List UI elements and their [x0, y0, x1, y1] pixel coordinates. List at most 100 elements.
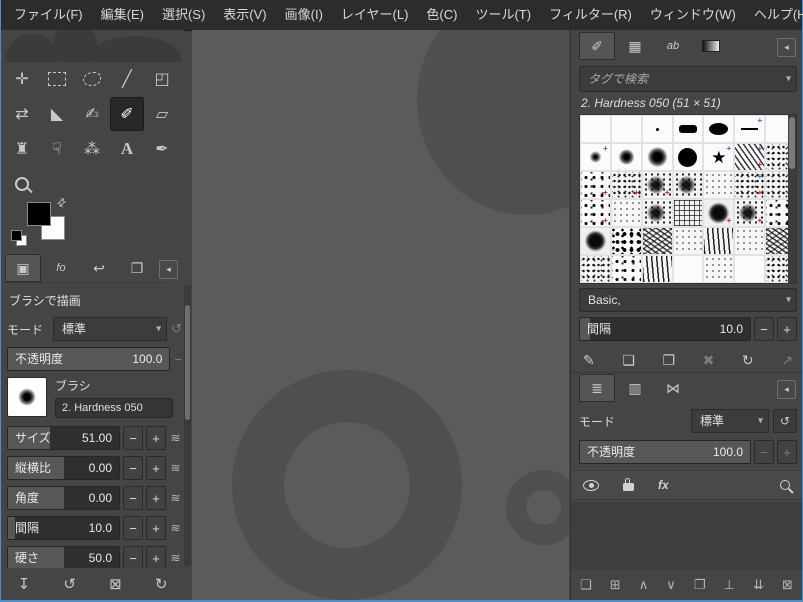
tool-opacity-slider-decrease-button[interactable]: −	[174, 352, 182, 367]
menu-item-11[interactable]: ヘルプ(H)	[745, 0, 803, 30]
tool-options-scrollbar[interactable]	[184, 285, 191, 566]
visibility-eye-icon[interactable]	[583, 480, 599, 491]
brush-cell[interactable]	[611, 115, 642, 143]
airbrush-tool[interactable]: ⁂	[75, 132, 109, 166]
reset-tool-options-button[interactable]: ↻	[155, 575, 168, 593]
brush-cell[interactable]	[580, 255, 611, 283]
new-layer-button[interactable]: ❏	[580, 577, 592, 593]
brush-grid-scrollbar[interactable]	[788, 115, 796, 283]
brush-cell[interactable]	[580, 115, 611, 143]
tool-aspect-ratio-slider[interactable]: 縦横比0.00	[7, 456, 120, 480]
tab-undo-history[interactable]: ↩	[81, 254, 117, 282]
tool-hardness-slider[interactable]: 硬さ50.0	[7, 546, 120, 568]
layer-mode-combo[interactable]: 標準	[691, 409, 769, 433]
brush-cell[interactable]	[642, 255, 673, 283]
brush-cell[interactable]: +	[642, 171, 673, 199]
brush-cell[interactable]	[703, 227, 734, 255]
brush-spacing-slider-increase-button[interactable]: +	[777, 317, 797, 341]
default-colors-icon[interactable]	[11, 230, 27, 246]
menu-item-10[interactable]: ウィンドウ(W)	[641, 0, 745, 30]
brush-cell[interactable]	[703, 115, 734, 143]
menu-item-1[interactable]: ファイル(F)	[5, 0, 92, 30]
delete-brush-button[interactable]: ✖	[703, 352, 715, 369]
tab-fonts[interactable]: ab	[655, 32, 691, 60]
brush-cell[interactable]: ++	[734, 143, 765, 171]
smudge-tool[interactable]: ☟	[40, 132, 74, 166]
canvas[interactable]	[192, 30, 569, 600]
tool-spacing-slider-increase-button[interactable]: +	[146, 516, 166, 540]
text-tool[interactable]: A	[110, 132, 144, 166]
brush-cell[interactable]	[703, 171, 734, 199]
brush-cell[interactable]	[703, 255, 734, 283]
edit-brush-button[interactable]: ✎	[583, 352, 595, 369]
layer-search-icon[interactable]	[780, 480, 790, 490]
tool-size-slider-increase-button[interactable]: +	[146, 426, 166, 450]
brush-cell[interactable]: ++	[734, 171, 765, 199]
menu-item-7[interactable]: 色(C)	[417, 0, 466, 30]
brush-cell[interactable]	[580, 227, 611, 255]
tool-opacity-slider[interactable]: 不透明度100.0	[7, 347, 170, 371]
menu-item-9[interactable]: フィルター(R)	[540, 0, 641, 30]
brush-cell[interactable]	[611, 143, 642, 171]
brush-cell[interactable]	[673, 199, 704, 227]
brush-cell[interactable]: +	[734, 199, 765, 227]
tab-channels[interactable]: ▥	[617, 374, 653, 402]
tool-aspect-ratio-slider-increase-button[interactable]: +	[146, 456, 166, 480]
brush-cell[interactable]: +	[580, 171, 611, 199]
layer-list[interactable]	[571, 502, 802, 570]
save-tool-preset-button[interactable]: ↧	[18, 575, 31, 593]
tool-size-slider[interactable]: サイズ51.00	[7, 426, 120, 450]
free-select-tool[interactable]	[75, 62, 109, 96]
brush-cell[interactable]: +	[611, 171, 642, 199]
delete-layer-button[interactable]: ⊠	[782, 577, 793, 593]
brush-cell[interactable]	[642, 227, 673, 255]
tool-spacing-slider-decrease-button[interactable]: −	[123, 516, 143, 540]
raise-layer-button[interactable]: ∧	[639, 577, 649, 593]
menu-item-3[interactable]: 選択(S)	[153, 0, 214, 30]
lower-layer-button[interactable]: ∨	[666, 577, 676, 593]
layer-opacity-slider-increase-button[interactable]: +	[777, 440, 797, 464]
paintbrush-tool[interactable]: ✐	[110, 97, 144, 131]
transform-tool[interactable]: ⇄	[5, 97, 39, 131]
tool-angle-slider[interactable]: 角度0.00	[7, 486, 120, 510]
layer-opacity-slider[interactable]: 不透明度100.0	[579, 440, 751, 464]
duplicate-layer-button[interactable]: ❐	[694, 577, 706, 593]
brush-cell[interactable]	[642, 199, 673, 227]
tab-patterns[interactable]: ▦	[617, 32, 653, 60]
scrollbar-thumb[interactable]	[789, 117, 795, 169]
menu-item-4[interactable]: 表示(V)	[214, 0, 275, 30]
brush-preview[interactable]	[7, 377, 47, 417]
tool-aspect-ratio-slider-decrease-button[interactable]: −	[123, 456, 143, 480]
toolbox-panel-menu-button[interactable]: ◂	[159, 260, 178, 279]
brush-cell[interactable]: +	[734, 115, 765, 143]
clone-tool[interactable]: ♜	[5, 132, 39, 166]
merge-layer-button[interactable]: ⇊	[753, 577, 764, 593]
layers-panel-menu-button[interactable]: ◂	[777, 380, 796, 399]
paint-mode-combo[interactable]: 標準	[53, 317, 167, 341]
brush-name-field[interactable]: 2. Hardness 050	[55, 398, 173, 418]
refresh-brushes-button[interactable]: ↻	[742, 352, 754, 369]
restore-tool-preset-button[interactable]: ↺	[63, 575, 76, 593]
bucket-fill-tool[interactable]: ◣	[40, 97, 74, 131]
brush-cell[interactable]: +	[580, 199, 611, 227]
duplicate-brush-button[interactable]: ❐	[662, 352, 675, 369]
brush-cell[interactable]: +	[580, 143, 611, 171]
brush-cell[interactable]: +	[703, 143, 734, 171]
tool-hardness-slider-decrease-button[interactable]: −	[123, 546, 143, 568]
eraser-tool[interactable]: ▱	[145, 97, 179, 131]
tool-angle-slider-decrease-button[interactable]: −	[123, 486, 143, 510]
tab-layers[interactable]: ≣	[579, 374, 615, 402]
brush-cell[interactable]	[642, 143, 673, 171]
brush-cell[interactable]	[611, 199, 642, 227]
layer-mode-switch-icon[interactable]: ↺	[773, 409, 797, 433]
menu-item-8[interactable]: ツール(T)	[466, 0, 540, 30]
layer-opacity-slider-decrease-button[interactable]: −	[754, 440, 774, 464]
zoom-tool[interactable]	[5, 167, 39, 201]
brush-cell[interactable]	[673, 255, 704, 283]
brush-cell[interactable]	[611, 227, 642, 255]
open-brush-as-image-button[interactable]: ↗	[781, 352, 793, 369]
color-picker-tool[interactable]: ✒	[145, 132, 179, 166]
tool-hardness-slider-increase-button[interactable]: +	[146, 546, 166, 568]
delete-tool-preset-button[interactable]: ⊠	[109, 575, 122, 593]
move-tool[interactable]: ✛	[5, 62, 39, 96]
